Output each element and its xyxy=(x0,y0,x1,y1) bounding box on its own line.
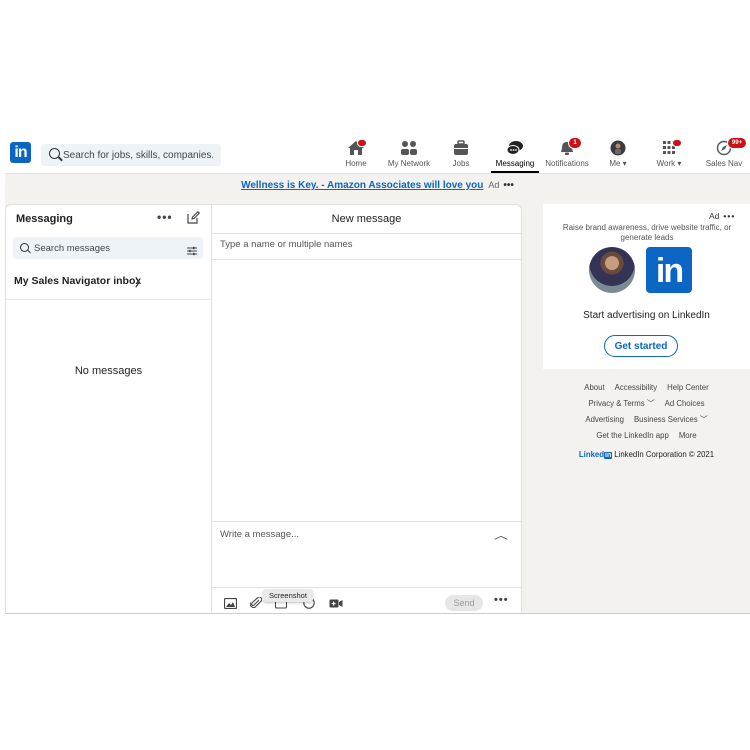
nav-work[interactable]: Work ▾ xyxy=(651,139,687,173)
caret-down-icon: ▾ xyxy=(622,159,627,168)
screenshot-tooltip: Screenshot xyxy=(263,589,313,602)
profile-avatar xyxy=(609,140,627,156)
ad-description: Raise brand awareness, drive website tra… xyxy=(562,223,732,242)
linkedin-logo[interactable]: in xyxy=(10,142,31,163)
message-search[interactable] xyxy=(13,237,203,259)
ad-banner-link[interactable]: Wellness is Key. - Amazon Associates wil… xyxy=(241,180,483,191)
attachment-icon[interactable] xyxy=(249,596,264,609)
image-icon[interactable] xyxy=(223,596,238,610)
people-icon xyxy=(400,140,418,156)
messaging-card: Messaging ••• My Sales Navigator inbox 〉… xyxy=(5,204,522,613)
ad-card-header: Ad ••• xyxy=(709,211,735,221)
bell-icon: 1 xyxy=(558,137,582,156)
caret-down-icon: ▾ xyxy=(677,159,682,168)
briefcase-icon xyxy=(452,140,470,156)
message-search-input[interactable] xyxy=(34,240,174,256)
search-icon xyxy=(20,243,29,252)
footer-row-3: Advertising Business Services ﹀ xyxy=(543,412,750,428)
nav-me[interactable]: Me ▾ xyxy=(605,140,631,173)
linkedin-logo: in xyxy=(646,247,692,293)
footer-link-more[interactable]: More xyxy=(679,431,697,440)
footer-link-ad-choices[interactable]: Ad Choices xyxy=(665,399,705,408)
inbox-label: My Sales Navigator inbox xyxy=(14,275,142,287)
empty-state-text: No messages xyxy=(74,365,143,377)
sales-navigator-inbox-link[interactable]: My Sales Navigator inbox 〉 xyxy=(6,265,211,300)
compass-icon: 99+ xyxy=(715,137,747,156)
footer-link-help-center[interactable]: Help Center xyxy=(667,383,709,392)
ad-label: Ad xyxy=(488,180,500,190)
new-message-pane: New message ︿ xyxy=(212,205,521,613)
global-search-input[interactable] xyxy=(63,146,213,164)
linkedin-wordmark-in: in xyxy=(604,452,613,459)
nav-messaging[interactable]: Messaging xyxy=(491,140,539,173)
compose-more-button[interactable]: ••• xyxy=(494,594,509,606)
recipient-input[interactable] xyxy=(220,239,500,250)
nav-notifications-label: Notifications xyxy=(545,159,589,168)
sidebar-footer: About Accessibility Help Center Privacy & … xyxy=(543,380,750,459)
nav-my-network-label: My Network xyxy=(387,159,431,168)
get-started-button[interactable]: Get started xyxy=(604,335,678,357)
footer-row-2: Privacy & Terms ﹀ Ad Choices xyxy=(543,396,750,412)
nav-my-network[interactable]: My Network xyxy=(385,140,433,173)
filter-icon[interactable] xyxy=(187,243,197,256)
member-avatar xyxy=(589,247,635,293)
copyright: Linkedin LinkedIn Corporation © 2021 xyxy=(543,450,750,459)
sales-nav-badge: 99+ xyxy=(727,137,747,149)
send-button[interactable]: Send xyxy=(445,595,483,611)
nav-notifications[interactable]: 1 Notifications xyxy=(543,137,591,173)
compose-toolbar: Screenshot Send ••• xyxy=(212,587,521,613)
nav-messaging-label: Messaging xyxy=(495,159,535,168)
global-search[interactable] xyxy=(41,144,221,166)
messaging-more-button[interactable]: ••• xyxy=(157,210,173,224)
recipient-field[interactable] xyxy=(212,233,521,260)
sidebar-ad-card: Ad ••• Raise brand awareness, drive websi… xyxy=(543,204,750,369)
work-dot-badge xyxy=(672,139,682,147)
nav-me-label: Me ▾ xyxy=(609,159,627,168)
conversation-list-pane: Messaging ••• My Sales Navigator inbox 〉… xyxy=(6,205,212,613)
chat-bubbles-icon xyxy=(506,140,524,156)
ad-card-more-button[interactable]: ••• xyxy=(723,211,735,221)
footer-link-accessibility[interactable]: Accessibility xyxy=(615,383,657,392)
home-icon xyxy=(347,139,367,156)
footer-row-1: About Accessibility Help Center xyxy=(543,380,750,396)
footer-link-get-app[interactable]: Get the LinkedIn app xyxy=(596,431,668,440)
home-dot-badge xyxy=(357,139,367,147)
top-ad-banner: Wellness is Key. - Amazon Associates wil… xyxy=(5,180,750,196)
messaging-title: Messaging xyxy=(16,213,73,225)
chevron-right-icon: 〉 xyxy=(135,277,146,289)
ad-banner-more-button[interactable]: ••• xyxy=(503,180,514,191)
ad-cta-text: Start advertising on LinkedIn xyxy=(583,310,710,321)
message-body-input[interactable] xyxy=(220,529,480,549)
footer-link-privacy-terms[interactable]: Privacy & Terms ﹀ xyxy=(588,399,654,408)
compose-icon[interactable] xyxy=(187,211,201,224)
ad-label: Ad xyxy=(709,211,720,221)
linkedin-wordmark: Linked xyxy=(578,450,605,459)
copyright-text: LinkedIn Corporation © 2021 xyxy=(614,450,715,459)
new-message-title: New message xyxy=(331,213,402,225)
top-nav: in Home My Network Jobs xyxy=(5,136,750,174)
expand-chevron-up-icon[interactable]: ︿ xyxy=(494,527,508,542)
nav-home[interactable]: Home xyxy=(343,139,369,173)
grid-icon xyxy=(660,139,682,156)
footer-link-advertising[interactable]: Advertising xyxy=(585,415,624,424)
footer-link-business-services[interactable]: Business Services ﹀ xyxy=(634,415,708,424)
video-call-icon[interactable] xyxy=(329,596,343,608)
search-icon xyxy=(49,148,60,159)
footer-link-about[interactable]: About xyxy=(584,383,604,392)
nav-work-label: Work ▾ xyxy=(656,159,682,168)
nav-sales-nav[interactable]: 99+ Sales Nav xyxy=(703,137,747,173)
linkedin-app: in Home My Network Jobs xyxy=(5,136,750,614)
nav-jobs[interactable]: Jobs xyxy=(449,140,473,173)
nav-jobs-label: Jobs xyxy=(452,159,470,168)
footer-row-4: Get the LinkedIn app More xyxy=(543,428,750,444)
nav-home-label: Home xyxy=(345,159,367,168)
notifications-badge: 1 xyxy=(568,137,582,149)
message-compose-area[interactable]: ︿ xyxy=(212,521,521,588)
nav-sales-nav-label: Sales Nav xyxy=(705,159,743,168)
